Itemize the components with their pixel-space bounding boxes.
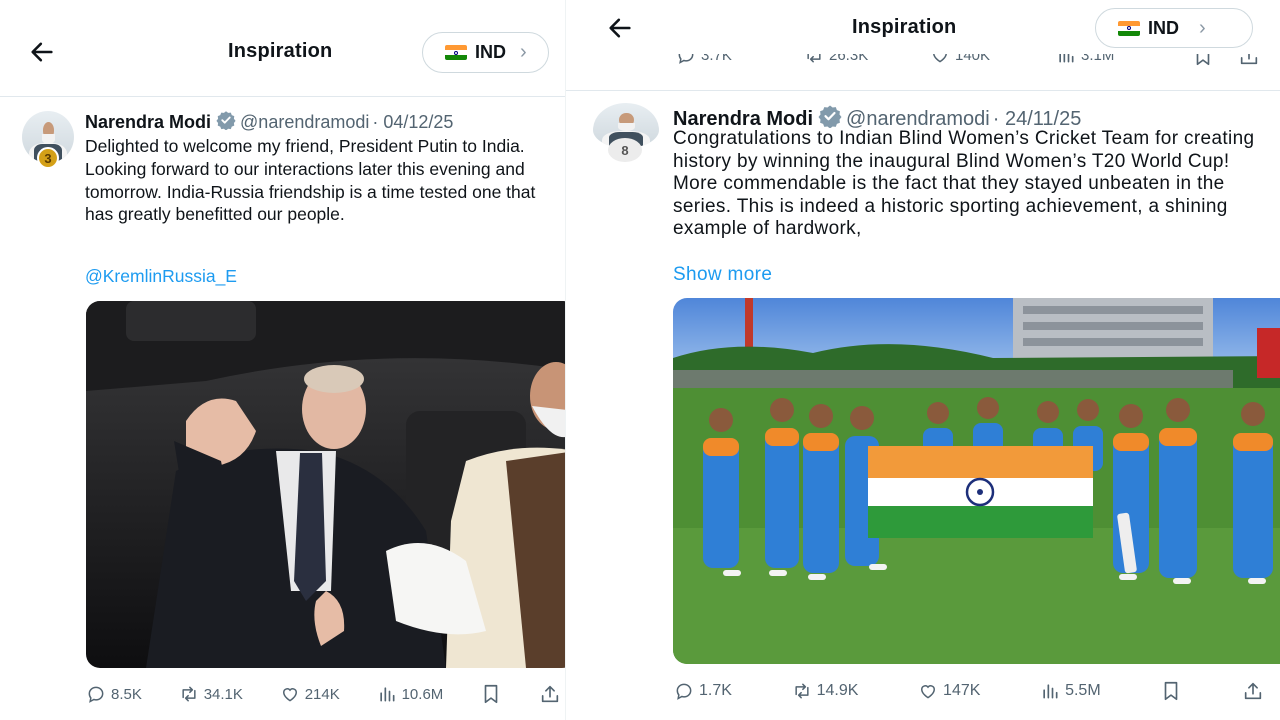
chevron-right-icon: › (1199, 16, 1206, 39)
country-selector[interactable]: IND › (1095, 8, 1253, 48)
tweet-actions: 8.5K 34.1K 214K 10.6M (86, 683, 561, 705)
author-handle[interactable]: @narendramodi (240, 112, 369, 133)
repost-button[interactable]: 26.3K (804, 54, 868, 65)
share-button[interactable] (539, 683, 561, 705)
repost-count: 26.3K (829, 54, 869, 64)
country-code: IND (1148, 17, 1179, 38)
tweet-text: Delighted to welcome my friend, Presiden… (85, 136, 536, 225)
arrow-left-icon (609, 18, 631, 38)
reply-count: 3.7K (701, 54, 732, 64)
tweet-divider (566, 90, 1280, 91)
reply-icon (678, 54, 694, 64)
like-count: 147K (943, 682, 981, 699)
page-title: Inspiration (228, 40, 333, 62)
back-button[interactable] (22, 32, 62, 72)
reply-button[interactable]: 1.7K (674, 681, 732, 701)
share-icon (1240, 54, 1258, 65)
right-tweet-panel: Inspiration IND › 3.7K 26.3K 140K 3.1M 8… (566, 0, 1280, 720)
repost-count: 34.1K (203, 685, 243, 703)
header-divider (0, 96, 566, 97)
photo-car-interior-icon (86, 301, 566, 668)
repost-icon (807, 54, 821, 63)
flag-india-icon (445, 45, 467, 60)
views-button[interactable]: 5.5M (1040, 681, 1101, 701)
views-count: 3.1M (1081, 54, 1115, 64)
tweet-date[interactable]: · 04/12/25 (372, 112, 453, 133)
views-button[interactable]: 10.6M (377, 684, 444, 704)
left-tweet-panel: Inspiration IND › 3 Narendra Modi @naren… (0, 0, 566, 720)
like-button[interactable]: 147K (918, 681, 980, 701)
back-button[interactable] (600, 8, 640, 48)
arrow-left-icon (31, 42, 53, 62)
page-title: Inspiration (852, 16, 957, 38)
views-icon (379, 687, 395, 702)
reply-button[interactable]: 8.5K (86, 684, 142, 704)
like-count: 214K (304, 685, 340, 703)
tweet-photo[interactable] (86, 301, 566, 668)
author-name[interactable]: Narendra Modi (85, 112, 211, 133)
header-bar: Inspiration IND › (0, 0, 566, 96)
tweet-actions: 1.7K 14.9K 147K 5.5M (674, 680, 1264, 702)
show-more-link[interactable]: Show more (673, 264, 772, 286)
tweet-text: Congratulations to Indian Blind Women’s … (673, 128, 1255, 239)
bookmark-icon (484, 684, 498, 704)
like-button[interactable]: 214K (280, 684, 340, 704)
reply-count: 8.5K (111, 685, 142, 703)
reply-icon (88, 686, 104, 703)
chevron-right-icon: › (520, 41, 527, 63)
bookmark-button[interactable] (480, 683, 502, 705)
share-button[interactable] (1242, 680, 1264, 702)
country-selector[interactable]: IND › (422, 32, 549, 73)
like-button[interactable]: 140K (930, 54, 990, 65)
views-button[interactable]: 3.1M (1056, 54, 1114, 65)
author-row: Narendra Modi @narendramodi · 04/12/25 (85, 110, 453, 135)
views-count: 5.5M (1065, 682, 1101, 699)
heart-icon (921, 685, 936, 699)
share-icon (541, 685, 559, 703)
heart-icon (282, 688, 297, 702)
previous-tweet-actions: 3.7K 26.3K 140K 3.1M (676, 54, 1266, 72)
repost-count: 14.9K (816, 682, 859, 699)
bookmark-icon (1196, 54, 1210, 66)
flag-india-icon (1118, 20, 1140, 36)
views-icon (1043, 684, 1058, 699)
like-count: 140K (955, 54, 991, 64)
repost-icon (794, 683, 809, 699)
reply-count: 1.7K (699, 682, 732, 699)
heart-icon (933, 54, 947, 63)
rank-badge: 8 (608, 138, 642, 162)
share-icon (1244, 682, 1262, 700)
mention-link[interactable]: @KremlinRussia_E (85, 266, 237, 287)
repost-button[interactable]: 14.9K (792, 681, 859, 701)
reply-button[interactable]: 3.7K (676, 54, 732, 65)
rank-badge: 3 (37, 147, 59, 169)
verified-badge-icon (216, 110, 236, 135)
reply-icon (676, 683, 692, 700)
share-button[interactable] (1238, 54, 1260, 67)
photo-cricket-team-icon (673, 298, 1280, 664)
repost-icon (182, 686, 196, 702)
views-count: 10.6M (401, 685, 444, 703)
bookmark-icon (1164, 681, 1178, 701)
bookmark-button[interactable] (1192, 54, 1214, 67)
tweet-photo[interactable] (673, 298, 1280, 664)
views-icon (1059, 54, 1074, 63)
bookmark-button[interactable] (1160, 680, 1182, 702)
repost-button[interactable]: 34.1K (179, 684, 243, 704)
country-code: IND (475, 42, 506, 62)
